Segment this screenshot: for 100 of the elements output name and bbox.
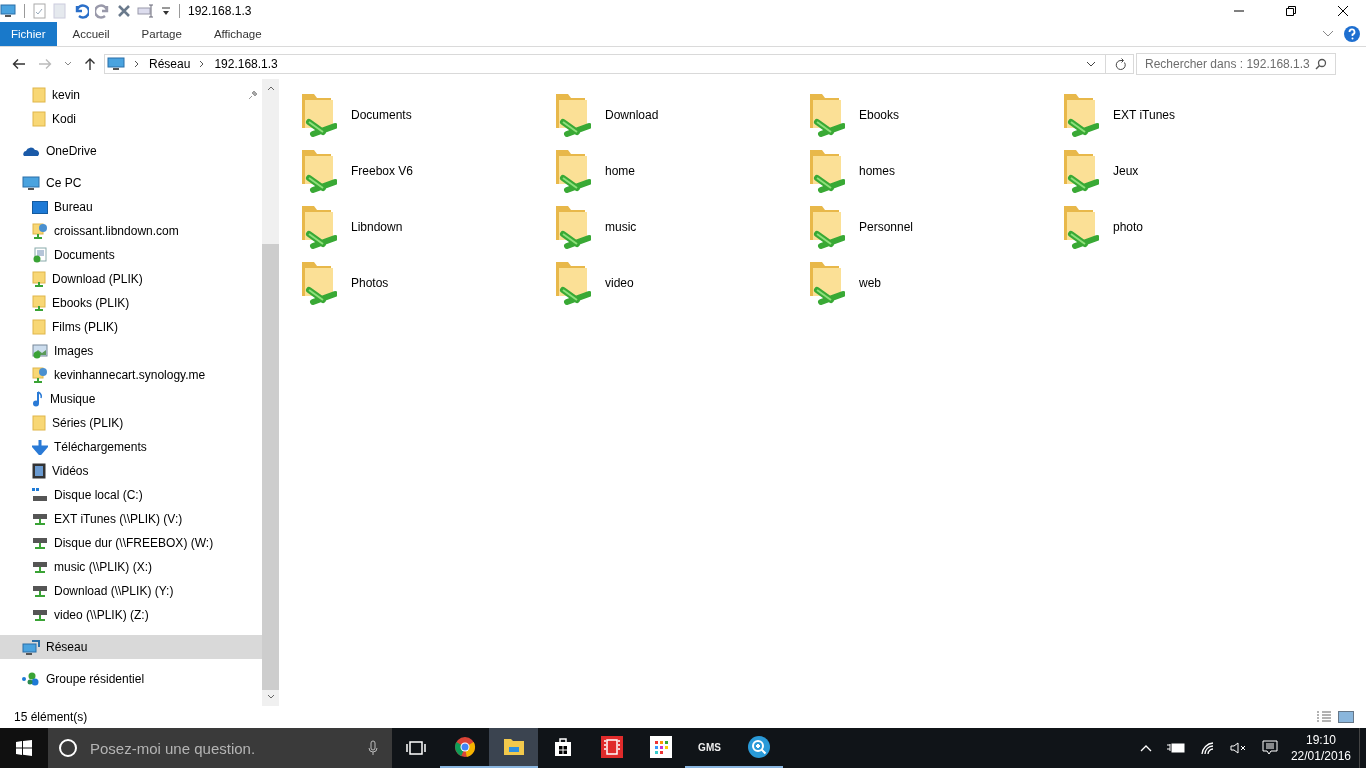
network-drive-icon xyxy=(32,584,48,598)
back-arrow-icon[interactable] xyxy=(12,58,26,70)
shared-folder-icon xyxy=(299,204,337,250)
down-arrow-icon xyxy=(32,439,48,455)
chevron-icon[interactable] xyxy=(199,60,206,68)
sidebar-item[interactable]: Ce PC xyxy=(0,171,262,195)
sidebar-item[interactable]: Ebooks (PLIK) xyxy=(0,291,262,315)
sidebar-item[interactable]: Téléchargements xyxy=(0,435,262,459)
sidebar-item[interactable]: Séries (PLIK) xyxy=(0,411,262,435)
shared-folder-item[interactable]: photo xyxy=(1061,199,1315,255)
shared-folder-item[interactable]: Ebooks xyxy=(807,87,1061,143)
start-button[interactable] xyxy=(0,728,48,768)
sidebar-item[interactable]: Disque dur (\\FREEBOX) (W:) xyxy=(0,531,262,555)
search-bar[interactable]: Posez-moi une question. xyxy=(48,728,392,768)
sidebar-item[interactable]: croissant.libndown.com xyxy=(0,219,262,243)
dropdown-icon[interactable] xyxy=(161,5,171,17)
help-icon[interactable] xyxy=(1344,26,1360,42)
sidebar-item[interactable]: Groupe résidentiel xyxy=(0,667,262,691)
breadcrumb-item[interactable]: Réseau xyxy=(149,57,191,71)
windows-logo-icon xyxy=(16,740,32,756)
taskbar-app-button[interactable]: GMS xyxy=(685,728,734,768)
microphone-icon[interactable] xyxy=(368,740,378,756)
shopping-bag-icon xyxy=(553,737,572,757)
rename-icon[interactable] xyxy=(137,4,155,18)
shared-folder-item[interactable]: Download xyxy=(553,87,807,143)
thumbnails-view-icon[interactable] xyxy=(1338,711,1354,723)
muted-speaker-icon[interactable] xyxy=(1229,741,1248,755)
delete-icon[interactable] xyxy=(117,4,131,18)
shared-folder-icon xyxy=(1061,92,1099,138)
ribbon-tab[interactable]: Accueil xyxy=(56,22,126,46)
sidebar-item[interactable]: EXT iTunes (\\PLIK) (V:) xyxy=(0,507,262,531)
battery-icon[interactable] xyxy=(1165,742,1186,754)
sidebar-item[interactable]: kevin xyxy=(0,83,262,107)
scrollbar[interactable] xyxy=(262,79,279,706)
shared-folder-icon xyxy=(299,148,337,194)
music-note-icon xyxy=(32,391,44,407)
ribbon-tab[interactable]: Affichage xyxy=(197,22,278,46)
sidebar-item[interactable]: Musique xyxy=(0,387,262,411)
search-icon xyxy=(1315,58,1327,70)
shared-folder-item[interactable]: Photos xyxy=(299,255,553,311)
computer-icon xyxy=(0,4,16,18)
pin-icon[interactable] xyxy=(248,90,258,100)
clock[interactable]: 19:10 22/01/2016 xyxy=(1290,732,1351,764)
shared-folder-icon xyxy=(553,148,591,194)
shared-folder-icon xyxy=(807,260,845,306)
sidebar-item[interactable]: video (\\PLIK) (Z:) xyxy=(0,603,262,627)
sidebar-item[interactable]: Films (PLIK) xyxy=(0,315,262,339)
shared-folder-item[interactable]: home xyxy=(553,143,807,199)
shared-folder-item[interactable]: Freebox V6 xyxy=(299,143,553,199)
notifications-icon[interactable] xyxy=(1261,740,1278,756)
show-hidden-icons-caret-icon[interactable] xyxy=(1139,744,1152,752)
shared-folder-item[interactable]: video xyxy=(553,255,807,311)
search-field[interactable]: Rechercher dans : 192.168.1.3 xyxy=(1136,53,1336,75)
sidebar-item[interactable]: Bureau xyxy=(0,195,262,219)
sidebar-item[interactable]: kevinhannecart.synology.me xyxy=(0,363,262,387)
up-arrow-icon[interactable] xyxy=(84,57,96,71)
scroll-down-icon[interactable] xyxy=(266,694,275,700)
undo-icon[interactable] xyxy=(73,3,89,19)
folder-icon xyxy=(32,319,46,335)
circle-icon[interactable] xyxy=(58,738,78,758)
sidebar-item[interactable]: music (\\PLIK) (X:) xyxy=(0,555,262,579)
scroll-up-icon[interactable] xyxy=(266,85,275,91)
shared-folder-item[interactable]: web xyxy=(807,255,1061,311)
sidebar-item[interactable]: Download (\\PLIK) (Y:) xyxy=(0,579,262,603)
taskbar-app-button[interactable] xyxy=(489,728,538,768)
expand-ribbon-icon[interactable] xyxy=(1322,30,1334,38)
dropdown-caret-icon[interactable] xyxy=(1086,61,1096,67)
sidebar-item[interactable]: OneDrive xyxy=(0,139,262,163)
close-icon xyxy=(1337,5,1349,17)
sidebar-item[interactable]: Disque local (C:) xyxy=(0,483,262,507)
refresh-icon[interactable] xyxy=(1115,57,1127,71)
redo-icon[interactable] xyxy=(95,3,111,19)
shared-folder-item[interactable]: Libndown xyxy=(299,199,553,255)
shared-folder-item[interactable]: Personnel xyxy=(807,199,1061,255)
ribbon-tab[interactable]: Fichier xyxy=(0,22,57,46)
chevron-icon[interactable] xyxy=(134,60,140,68)
shared-folder-item[interactable]: music xyxy=(553,199,807,255)
sidebar-item[interactable]: Download (PLIK) xyxy=(0,267,262,291)
wifi-icon[interactable] xyxy=(1199,741,1216,755)
date-text: 22/01/2016 xyxy=(1290,748,1351,764)
sidebar-item[interactable]: Images xyxy=(0,339,262,363)
network-drive-icon xyxy=(32,560,48,574)
shared-folder-item[interactable]: Documents xyxy=(299,87,553,143)
sidebar-item[interactable]: Réseau xyxy=(0,635,262,659)
sidebar-item[interactable]: Vidéos xyxy=(0,459,262,483)
shared-folder-item[interactable]: EXT iTunes xyxy=(1061,87,1315,143)
cloud-icon xyxy=(22,145,40,157)
shared-folder-icon xyxy=(807,148,845,194)
desktop-icon xyxy=(32,200,48,214)
shared-folder-item[interactable]: homes xyxy=(807,143,1061,199)
ribbon-tab[interactable]: Partage xyxy=(125,22,198,46)
shared-folder-item[interactable]: Jeux xyxy=(1061,143,1315,199)
sidebar-item[interactable]: Kodi xyxy=(0,107,262,131)
shared-folder-icon xyxy=(807,92,845,138)
breadcrumb-item[interactable]: 192.168.1.3 xyxy=(214,57,278,71)
computer-icon xyxy=(22,175,40,191)
sidebar-item[interactable]: Documents xyxy=(0,243,262,267)
search-field[interactable]: Posez-moi une question. xyxy=(88,738,358,758)
address-bar[interactable]: Réseau 192.168.1.3 xyxy=(104,54,1134,74)
recent-caret-icon[interactable] xyxy=(64,61,72,67)
